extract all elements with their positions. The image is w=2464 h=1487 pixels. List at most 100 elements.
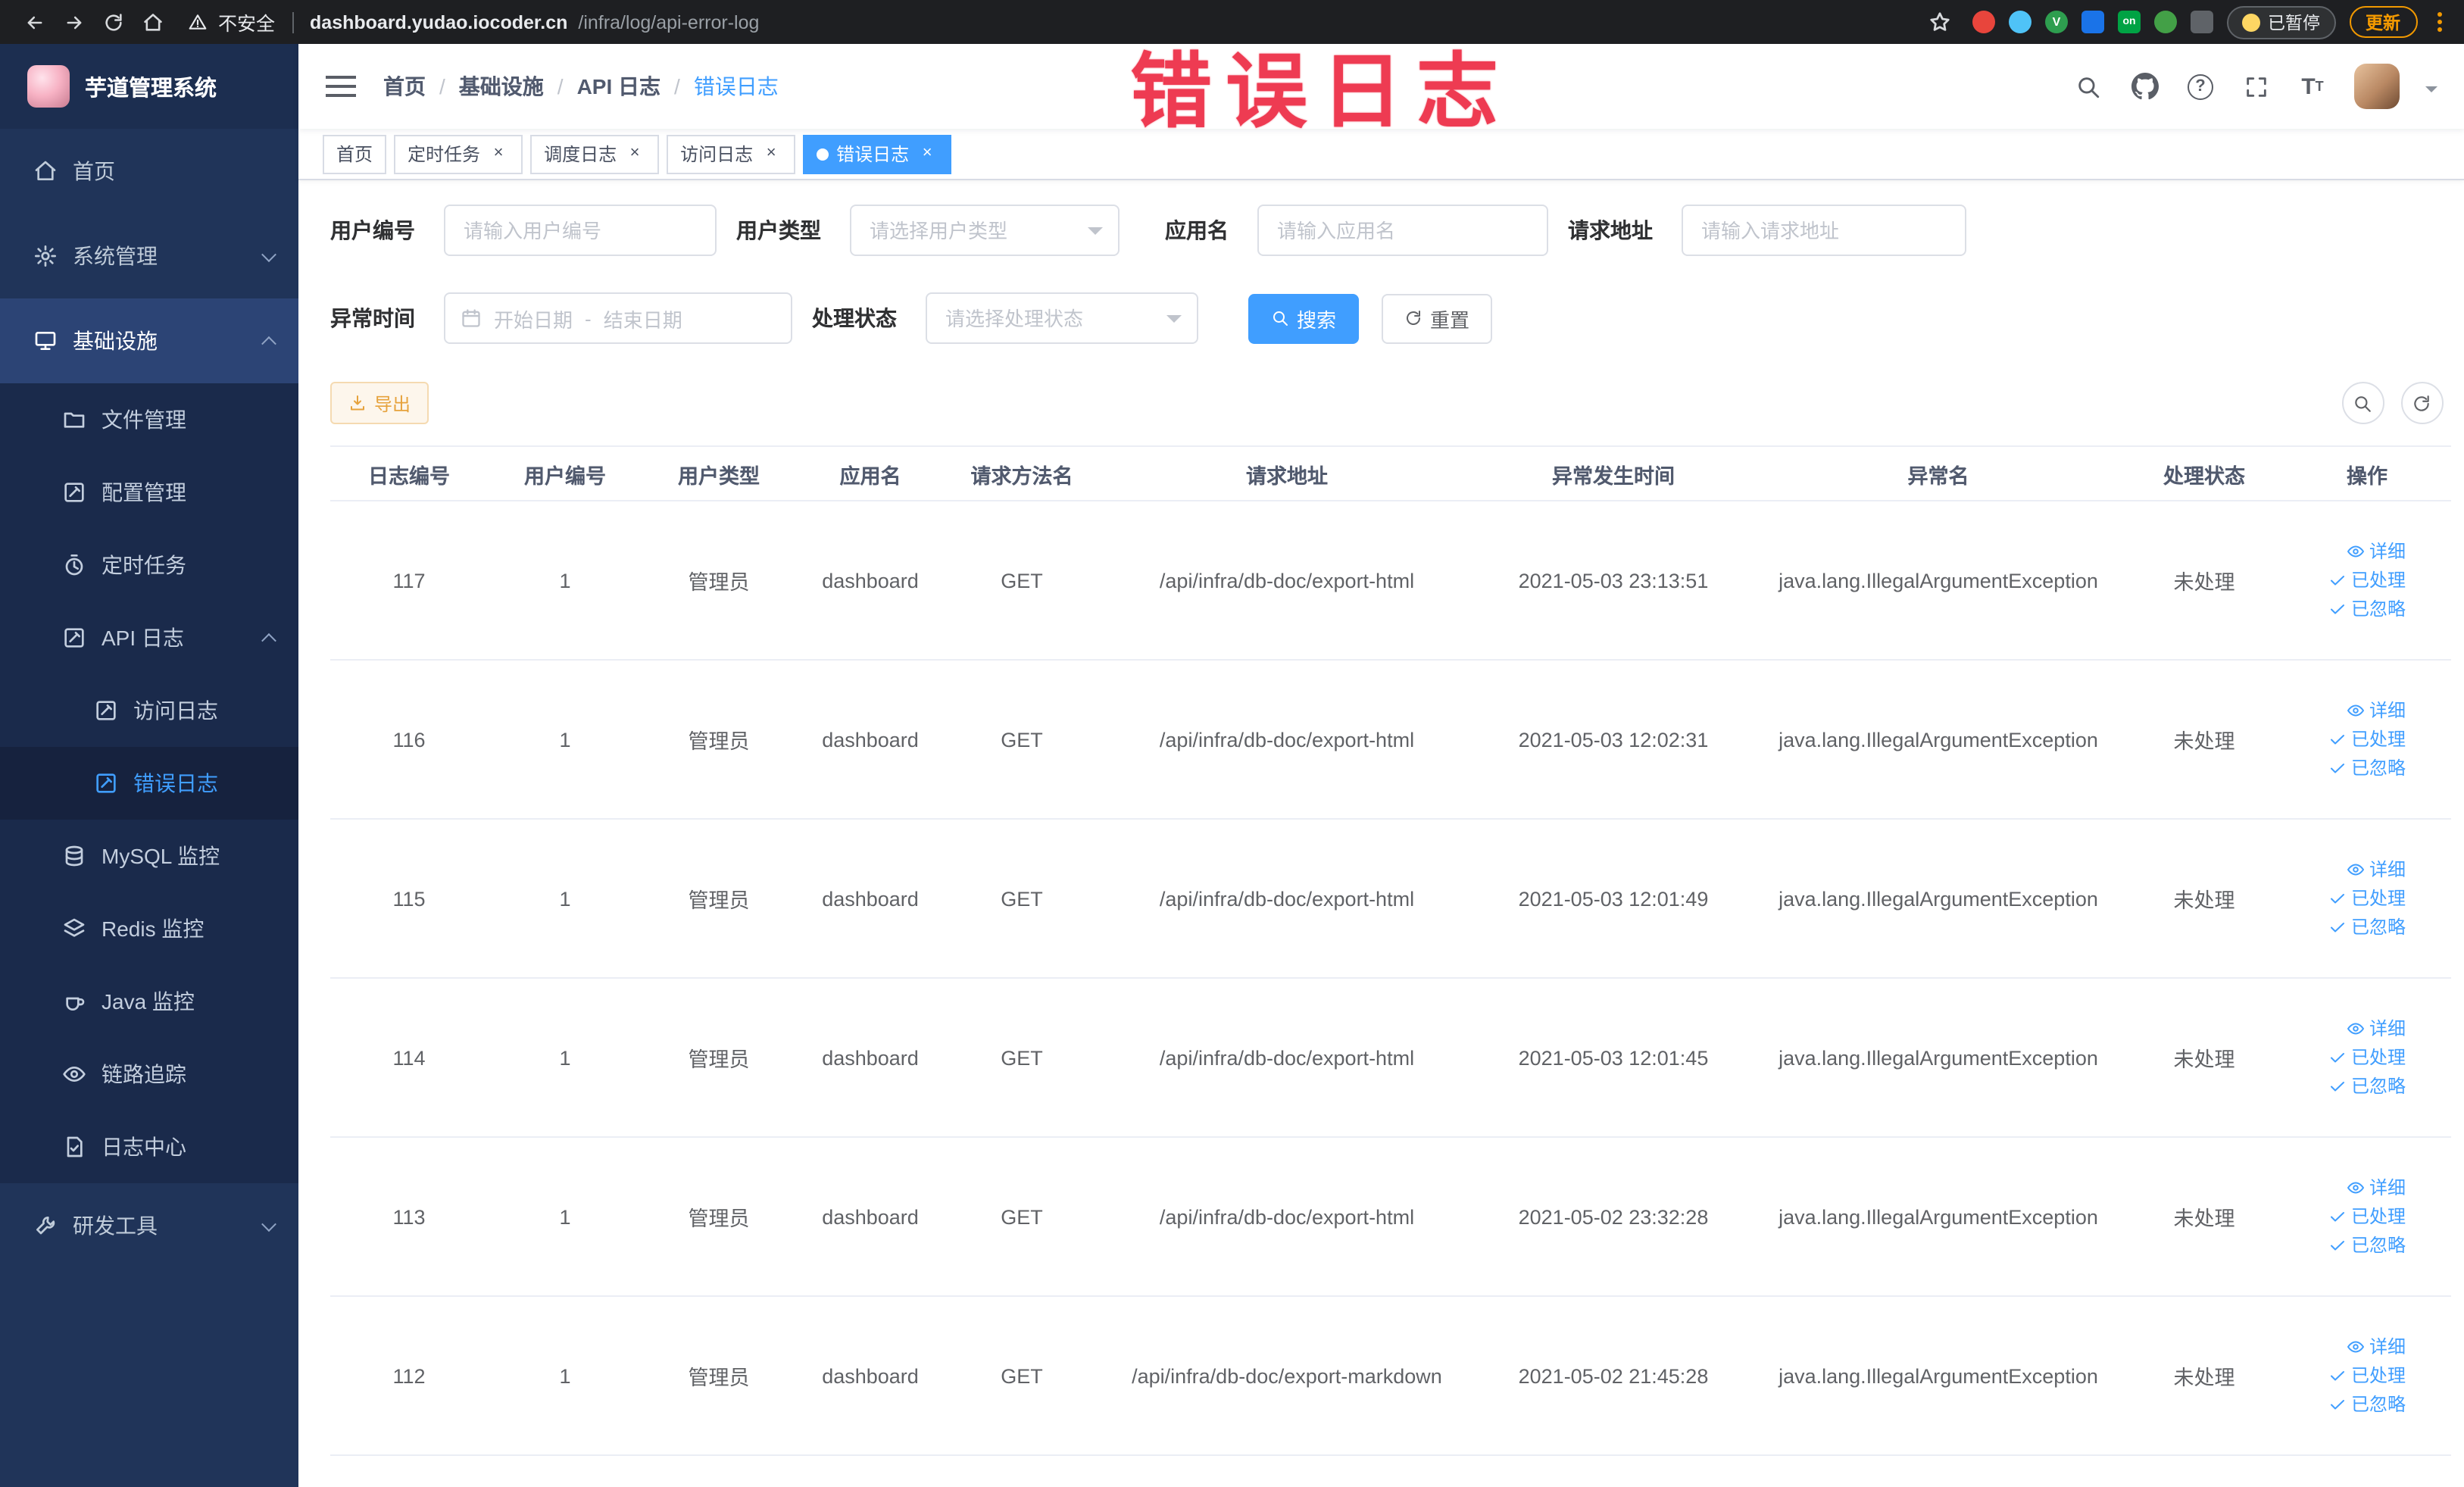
- mark-processed-link[interactable]: 已处理: [2328, 567, 2406, 593]
- tag-schedule-log[interactable]: 调度日志 ×: [530, 134, 660, 173]
- user-avatar[interactable]: [2353, 64, 2399, 109]
- mark-ignored-link[interactable]: 已忽略: [2328, 1073, 2406, 1099]
- refresh-table-button[interactable]: [2400, 382, 2443, 424]
- sidebar-item-config-mgmt[interactable]: 配置管理: [0, 456, 298, 529]
- column-header: 用户类型: [642, 446, 795, 501]
- table-body: 117 1 管理员 dashboard GET /api/infra/db-do…: [330, 501, 2451, 1456]
- sidebar-item-mysql-monitor[interactable]: MySQL 监控: [0, 820, 298, 892]
- table-row[interactable]: 113 1 管理员 dashboard GET /api/infra/db-do…: [330, 1137, 2451, 1297]
- sidebar-item-scheduled-jobs[interactable]: 定时任务: [0, 529, 298, 601]
- process-status-select[interactable]: [926, 292, 1198, 344]
- mark-ignored-link[interactable]: 已忽略: [2328, 914, 2406, 940]
- help-icon[interactable]: ?: [2185, 71, 2216, 102]
- fullscreen-icon[interactable]: [2241, 71, 2272, 102]
- breadcrumb-item[interactable]: 基础设施: [459, 71, 544, 102]
- cell-method: GET: [945, 978, 1098, 1138]
- sidebar-item-api-logs[interactable]: API 日志: [0, 601, 298, 674]
- browser-menu-icon[interactable]: [2437, 10, 2443, 34]
- extension-icon-red[interactable]: [1972, 11, 1995, 33]
- close-icon[interactable]: ×: [760, 143, 782, 164]
- mark-ignored-link[interactable]: 已忽略: [2328, 1232, 2406, 1258]
- detail-link[interactable]: 详细: [2347, 1334, 2406, 1360]
- cell-user-id: 1: [488, 819, 642, 979]
- app-logo[interactable]: 芋道管理系统: [0, 44, 298, 129]
- extension-icon-grid[interactable]: [2081, 11, 2104, 33]
- search-button[interactable]: 搜索: [1248, 293, 1360, 343]
- request-url-input[interactable]: [1682, 205, 1966, 256]
- export-button[interactable]: 导出: [330, 382, 429, 424]
- tag-home[interactable]: 首页: [323, 134, 387, 173]
- paused-badge[interactable]: 已暂停: [2227, 5, 2335, 39]
- check-icon: [2328, 571, 2347, 589]
- bookmark-star-icon[interactable]: [1919, 2, 1959, 42]
- mark-processed-link[interactable]: 已处理: [2328, 1363, 2406, 1389]
- detail-link[interactable]: 详细: [2347, 698, 2406, 723]
- breadcrumb-item[interactable]: 首页: [383, 71, 426, 102]
- app-name-input[interactable]: [1257, 205, 1548, 256]
- table-row[interactable]: 114 1 管理员 dashboard GET /api/infra/db-do…: [330, 978, 2451, 1138]
- sidebar-item-trace[interactable]: 链路追踪: [0, 1038, 298, 1111]
- mark-ignored-link[interactable]: 已忽略: [2328, 755, 2406, 781]
- breadcrumb-item[interactable]: API 日志: [577, 71, 661, 102]
- browser-update-button[interactable]: 更新: [2349, 6, 2417, 38]
- github-icon[interactable]: [2129, 71, 2160, 102]
- user-type-select[interactable]: [850, 205, 1120, 256]
- address-bar[interactable]: 不安全 dashboard.yudao.iocoder.cn/infra/log…: [188, 8, 759, 36]
- cell-user-id: 1: [488, 1137, 642, 1297]
- detail-link[interactable]: 详细: [2347, 1175, 2406, 1201]
- mark-processed-link[interactable]: 已处理: [2328, 1204, 2406, 1229]
- extension-icon-on[interactable]: on: [2118, 11, 2141, 33]
- browser-refresh-button[interactable]: [94, 2, 133, 42]
- font-size-icon[interactable]: TT: [2297, 71, 2328, 102]
- document-check-icon: [62, 1135, 86, 1159]
- search-icon[interactable]: [2073, 71, 2103, 102]
- reset-button[interactable]: 重置: [1382, 293, 1493, 343]
- browser-back-button[interactable]: [15, 2, 55, 42]
- tag-scheduled-jobs[interactable]: 定时任务 ×: [394, 134, 523, 173]
- cell-exception-time: 2021-05-03 12:01:49: [1476, 819, 1751, 979]
- sidebar-item-log-center[interactable]: 日志中心: [0, 1111, 298, 1183]
- mark-ignored-link[interactable]: 已忽略: [2328, 596, 2406, 622]
- sidebar-item-dev-tools[interactable]: 研发工具: [0, 1183, 298, 1268]
- table-row[interactable]: 112 1 管理员 dashboard GET /api/infra/db-do…: [330, 1296, 2451, 1456]
- tag-access-log[interactable]: 访问日志 ×: [667, 134, 796, 173]
- detail-link[interactable]: 详细: [2347, 539, 2406, 564]
- sidebar-item-file-mgmt[interactable]: 文件管理: [0, 383, 298, 456]
- cell-exception-time: 2021-05-02 21:45:28: [1476, 1296, 1751, 1456]
- mark-processed-link[interactable]: 已处理: [2328, 886, 2406, 911]
- hamburger-icon[interactable]: [326, 74, 356, 98]
- detail-link[interactable]: 详细: [2347, 1016, 2406, 1042]
- mark-ignored-link[interactable]: 已忽略: [2328, 1392, 2406, 1417]
- sidebar-item-java-monitor[interactable]: Java 监控: [0, 965, 298, 1038]
- chevron-up-icon: [261, 632, 276, 648]
- gear-icon: [33, 244, 58, 268]
- mark-processed-link[interactable]: 已处理: [2328, 726, 2406, 752]
- sidebar-item-access-log[interactable]: 访问日志: [0, 674, 298, 747]
- table-row[interactable]: 117 1 管理员 dashboard GET /api/infra/db-do…: [330, 501, 2451, 661]
- table-row[interactable]: 115 1 管理员 dashboard GET /api/infra/db-do…: [330, 819, 2451, 979]
- avatar-caret-icon[interactable]: [2425, 86, 2437, 98]
- browser-forward-button[interactable]: [55, 2, 94, 42]
- close-icon[interactable]: ×: [488, 143, 509, 164]
- extensions-puzzle-icon[interactable]: [2191, 11, 2213, 33]
- cell-method: GET: [945, 1137, 1098, 1297]
- sidebar-item-error-log[interactable]: 错误日志: [0, 747, 298, 820]
- toggle-search-button[interactable]: [2341, 382, 2384, 424]
- sidebar-item-system-mgmt[interactable]: 系统管理: [0, 214, 298, 298]
- extension-icon-leaf[interactable]: [2154, 11, 2177, 33]
- mark-processed-link[interactable]: 已处理: [2328, 1045, 2406, 1070]
- detail-link[interactable]: 详细: [2347, 857, 2406, 883]
- sidebar-item-home[interactable]: 首页: [0, 129, 298, 214]
- extension-icon-drop[interactable]: [2009, 11, 2031, 33]
- cell-app-name: dashboard: [795, 1137, 945, 1297]
- table-row[interactable]: 116 1 管理员 dashboard GET /api/infra/db-do…: [330, 660, 2451, 820]
- date-range-picker[interactable]: 开始日期 - 结束日期: [444, 292, 792, 344]
- tag-error-log[interactable]: 错误日志 ×: [803, 134, 952, 173]
- sidebar-item-infrastructure[interactable]: 基础设施: [0, 298, 298, 383]
- extension-icon-v[interactable]: V: [2045, 11, 2068, 33]
- close-icon[interactable]: ×: [624, 143, 645, 164]
- close-icon[interactable]: ×: [917, 143, 938, 164]
- browser-home-button[interactable]: [133, 2, 173, 42]
- user-id-input[interactable]: [444, 205, 717, 256]
- sidebar-item-redis-monitor[interactable]: Redis 监控: [0, 892, 298, 965]
